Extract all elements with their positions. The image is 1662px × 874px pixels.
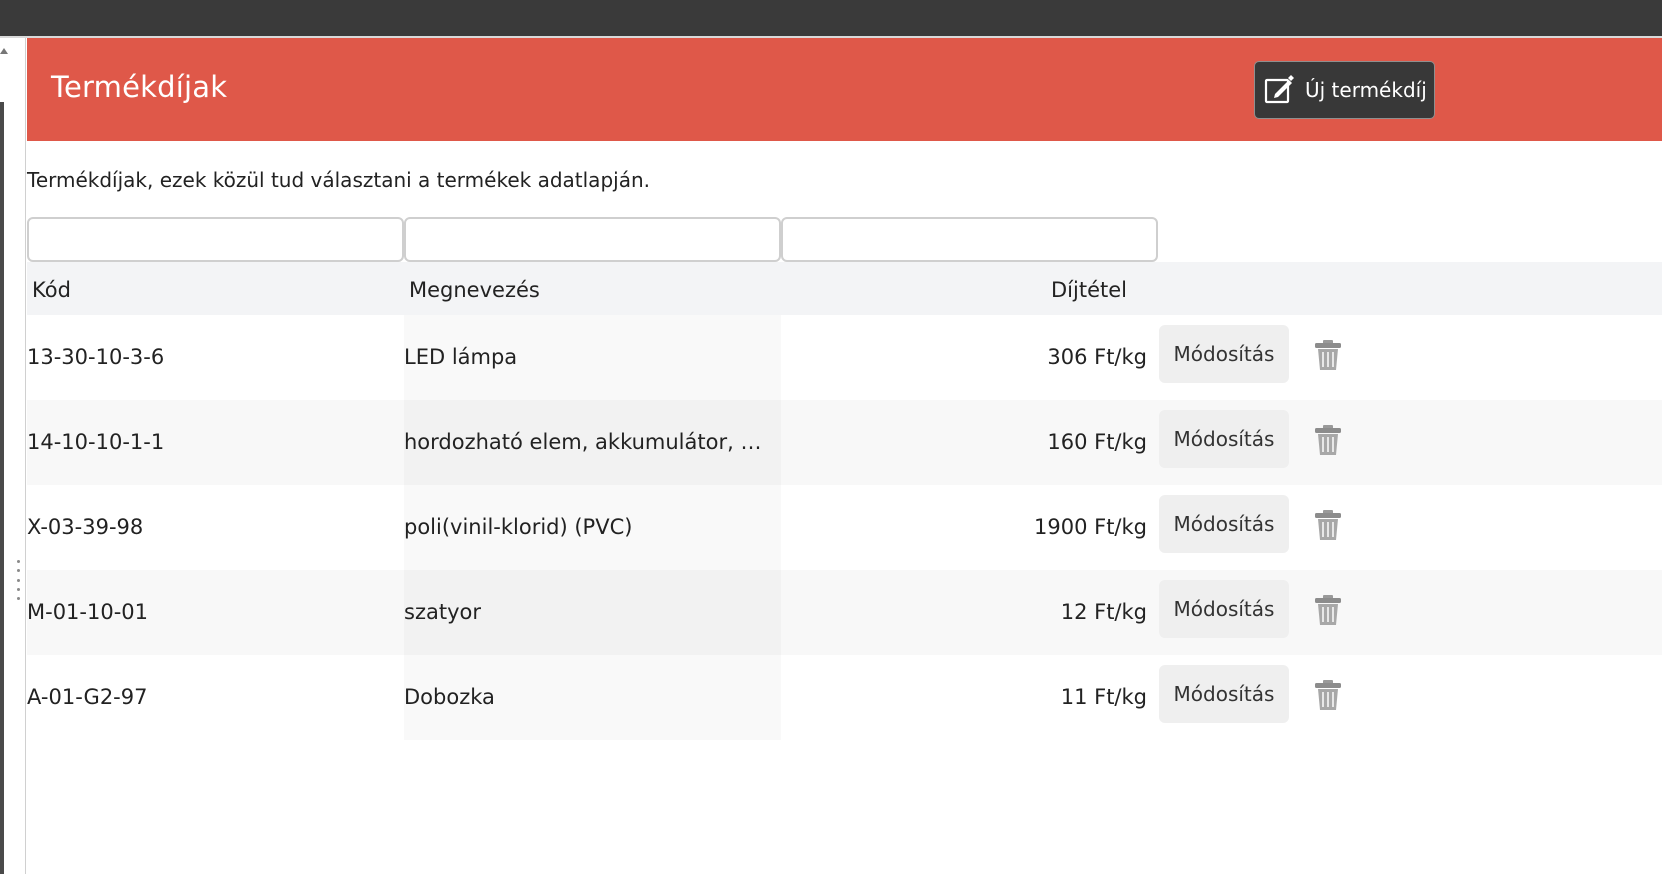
row-name: szatyor (404, 600, 481, 624)
edit-button[interactable]: Módosítás (1159, 325, 1289, 383)
row-rate: 1900 Ft/kg (1034, 515, 1147, 539)
row-rate: 306 Ft/kg (1047, 345, 1147, 369)
row-code: 14-10-10-1-1 (27, 430, 165, 454)
panel-resize-handle[interactable] (16, 560, 20, 600)
row-code: A-01-G2-97 (27, 685, 148, 709)
column-header-rate[interactable]: Díjtétel (1051, 278, 1127, 302)
edit-button[interactable]: Módosítás (1159, 665, 1289, 723)
table-header: Kód Megnevezés Díjtétel (27, 262, 1662, 315)
row-code: 13-30-10-3-6 (27, 345, 165, 369)
trash-icon[interactable] (1310, 592, 1346, 628)
new-product-fee-button[interactable]: Új termékdíj (1254, 61, 1435, 119)
scroll-up-arrow-icon[interactable] (0, 48, 8, 54)
table-row: X-03-39-98 poli(vinil-klorid) (PVC) 1900… (27, 485, 1662, 570)
edit-button[interactable]: Módosítás (1159, 580, 1289, 638)
row-name: LED lámpa (404, 345, 518, 369)
table-row: 14-10-10-1-1 hordozható elem, akkumuláto… (27, 400, 1662, 485)
grip-dot (16, 569, 20, 573)
trash-icon[interactable] (1310, 337, 1346, 373)
edit-icon (1263, 74, 1295, 106)
table-row: A-01-G2-97 Dobozka 11 Ft/kg Módosítás (27, 655, 1662, 740)
product-fee-table: Kód Megnevezés Díjtétel 13-30-10-3-6 LED… (27, 262, 1662, 740)
table-row: M-01-10-01 szatyor 12 Ft/kg Módosítás (27, 570, 1662, 655)
table-row: 13-30-10-3-6 LED lámpa 306 Ft/kg Módosít… (27, 315, 1662, 400)
row-code: M-01-10-01 (27, 600, 149, 624)
column-header-name[interactable]: Megnevezés (409, 278, 540, 302)
trash-icon[interactable] (1310, 677, 1346, 713)
column-header-code[interactable]: Kód (32, 278, 71, 302)
page-title: Termékdíjak (51, 70, 228, 104)
grip-dot (16, 587, 20, 591)
left-gutter (0, 38, 26, 874)
code-filter-input[interactable] (27, 217, 404, 262)
page-description: Termékdíjak, ezek közül tud választani a… (27, 168, 650, 192)
row-name: Dobozka (404, 685, 495, 709)
row-rate: 11 Ft/kg (1060, 685, 1147, 709)
grip-dot (16, 578, 20, 582)
row-rate: 160 Ft/kg (1047, 430, 1147, 454)
row-name: poli(vinil-klorid) (PVC) (404, 515, 633, 539)
trash-icon[interactable] (1310, 507, 1346, 543)
edit-button[interactable]: Módosítás (1159, 495, 1289, 553)
edit-button[interactable]: Módosítás (1159, 410, 1289, 468)
new-product-fee-label: Új termékdíj (1305, 78, 1427, 102)
grip-dot (16, 597, 20, 600)
left-scrollbar[interactable] (0, 102, 4, 874)
grip-dot (16, 560, 20, 563)
row-name: hordozható elem, akkumulátor, a kö... (404, 430, 774, 454)
trash-icon[interactable] (1310, 422, 1346, 458)
name-filter-input[interactable] (404, 217, 781, 262)
row-code: X-03-39-98 (27, 515, 144, 539)
row-rate: 12 Ft/kg (1060, 600, 1147, 624)
page-header: Termékdíjak Új termékdíj (27, 38, 1662, 141)
rate-filter-input[interactable] (781, 217, 1158, 262)
window-top-bar (0, 0, 1662, 36)
